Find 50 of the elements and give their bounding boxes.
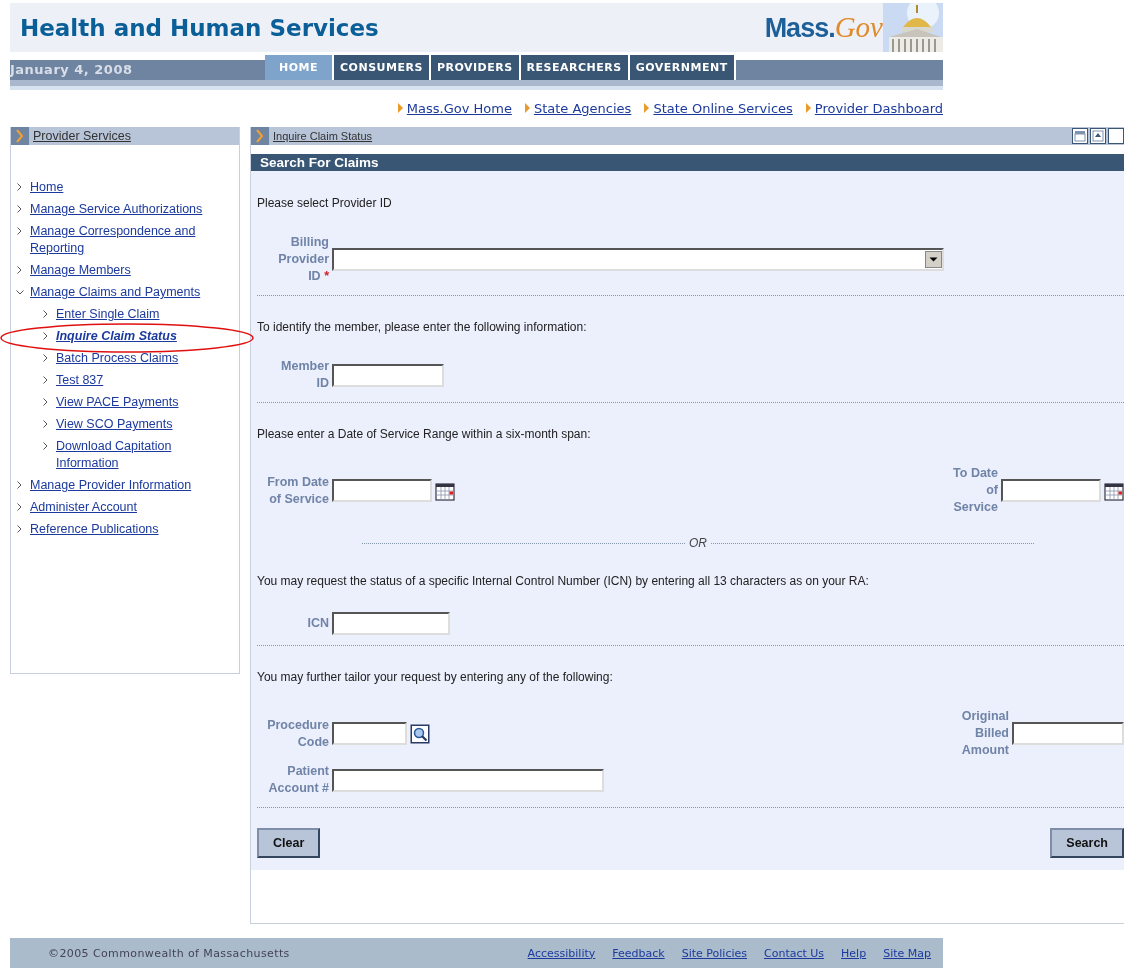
top-link[interactable]: State Online Services [653, 100, 793, 116]
copyright-text: ©2005 Commonwealth of Massachusetts [48, 946, 290, 960]
field-label: Procedure Code [266, 716, 329, 751]
footer-link[interactable]: Help [841, 946, 867, 960]
field-label: ICN [306, 615, 329, 632]
footer-link[interactable]: Feedback [612, 946, 665, 960]
sidebar-item[interactable]: Administer Account [30, 499, 137, 516]
instruction-text: You may further tailor your request by entering any of the following: [257, 670, 614, 684]
field-label: Billing Provider ID * [277, 234, 329, 285]
sidebar-item[interactable]: Manage Correspondence and Reporting [30, 223, 225, 257]
field-label: To Date of Service [952, 465, 998, 516]
instruction-text: To identify the member, please enter the following information: [257, 320, 588, 334]
or-divider-text: OR [689, 536, 707, 550]
breadcrumb-link[interactable]: Inquire Claim Status [273, 130, 373, 142]
footer-link[interactable]: Accessibility [527, 946, 596, 960]
logo-text[interactable]: Mass.Gov [764, 11, 883, 44]
sidebar-item[interactable]: Manage Provider Information [30, 477, 192, 494]
top-link[interactable]: Provider Dashboard [814, 100, 943, 116]
nav-tab[interactable]: PROVIDERS [430, 55, 521, 80]
top-link[interactable]: Mass.Gov Home [406, 100, 512, 116]
search-button[interactable]: Search [1050, 828, 1124, 858]
instruction-text: Please enter a Date of Service Range within a six-month span: [257, 427, 592, 441]
sidebar-item[interactable]: Reference Publications [30, 521, 159, 538]
sidebar-item[interactable]: Manage Members [30, 262, 131, 279]
top-link[interactable]: State Agencies [533, 100, 632, 116]
footer-link[interactable]: Site Policies [681, 946, 747, 960]
current-date: January 4, 2008 [10, 60, 265, 80]
sidebar-item[interactable]: Download Capitation Information [56, 438, 206, 472]
footer-link[interactable]: Site Map [883, 946, 931, 960]
site-title: Health and Human Services [20, 14, 379, 41]
nav-tab[interactable]: CONSUMERS [334, 55, 431, 80]
sidebar-item[interactable]: Batch Process Claims [56, 350, 179, 367]
nav-tab[interactable]: RESEARCHERS [520, 55, 630, 80]
field-label: Member ID [280, 358, 329, 392]
sidebar-item[interactable]: Home [30, 179, 64, 196]
footer-link[interactable]: Contact Us [764, 946, 825, 960]
sidebar-item[interactable]: Manage Claims and Payments [30, 284, 201, 301]
sidebar-item[interactable]: View PACE Payments [56, 394, 179, 411]
field-label: Patient Account # [267, 763, 329, 797]
sidebar-item[interactable]: Manage Service Authorizations [30, 201, 203, 218]
clear-button[interactable]: Clear [257, 828, 321, 858]
instruction-text: You may request the status of a specific Internal Control Number (ICN) by entering all 13 characters as on your RA: [257, 574, 870, 588]
instruction-text: Please select Provider ID [257, 196, 393, 210]
sidebar-item[interactable]: View SCO Payments [56, 416, 173, 433]
field-label: Original Billed Amount [960, 708, 1009, 759]
panel-title: Search For Claims [251, 154, 1124, 171]
sidebar-item[interactable]: Test 837 [56, 372, 104, 389]
sidebar-item[interactable]: Enter Single Claim [56, 306, 160, 323]
nav-tab[interactable]: GOVERNMENT [629, 55, 736, 80]
field-label: From Date of Service [266, 473, 329, 508]
